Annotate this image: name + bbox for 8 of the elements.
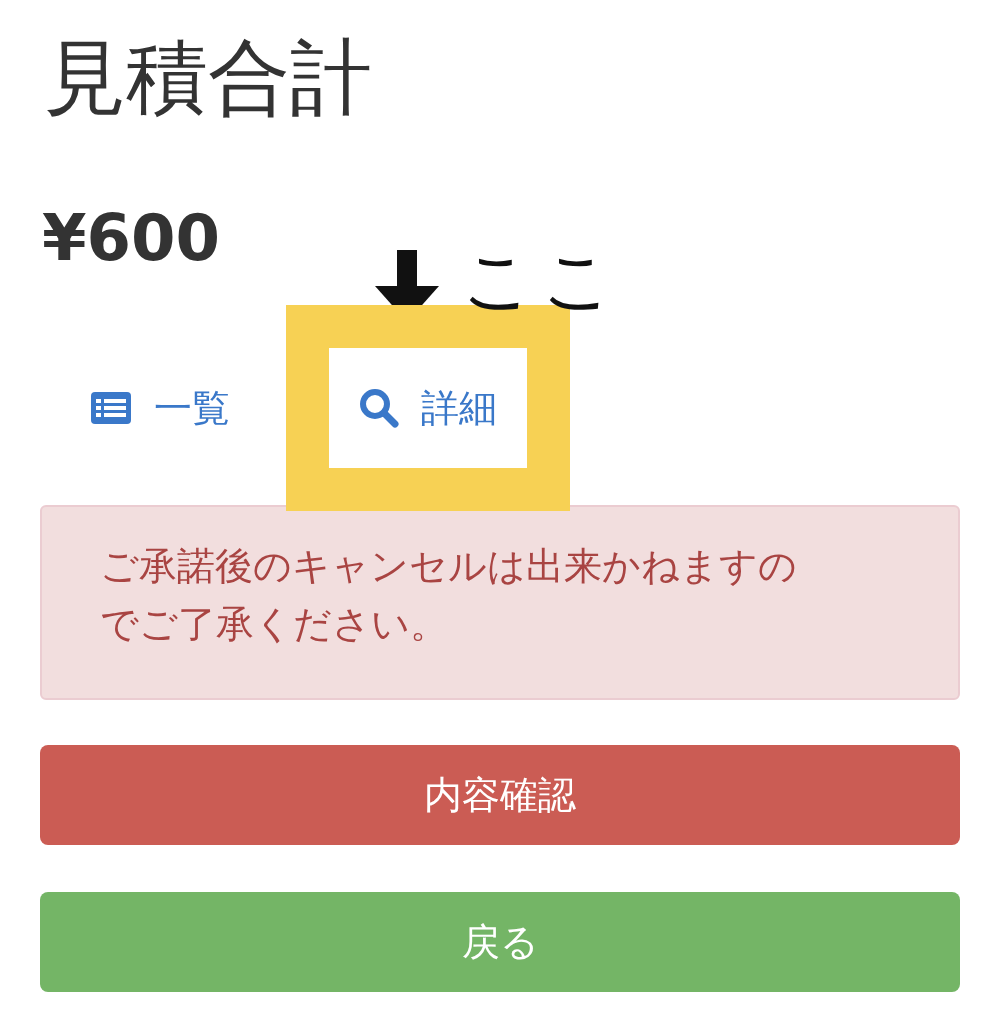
list-icon <box>90 391 132 425</box>
alert-message: ご承諾後のキャンセルは出来かねますのでご了承ください。 <box>40 505 960 700</box>
total-amount: ¥600 <box>42 200 221 277</box>
back-button[interactable]: 戻る <box>40 892 960 992</box>
search-icon <box>359 388 399 428</box>
annotation-label: ここ <box>462 240 622 320</box>
page-title: 見積合計 <box>44 29 373 127</box>
confirm-button[interactable]: 内容確認 <box>40 745 960 845</box>
